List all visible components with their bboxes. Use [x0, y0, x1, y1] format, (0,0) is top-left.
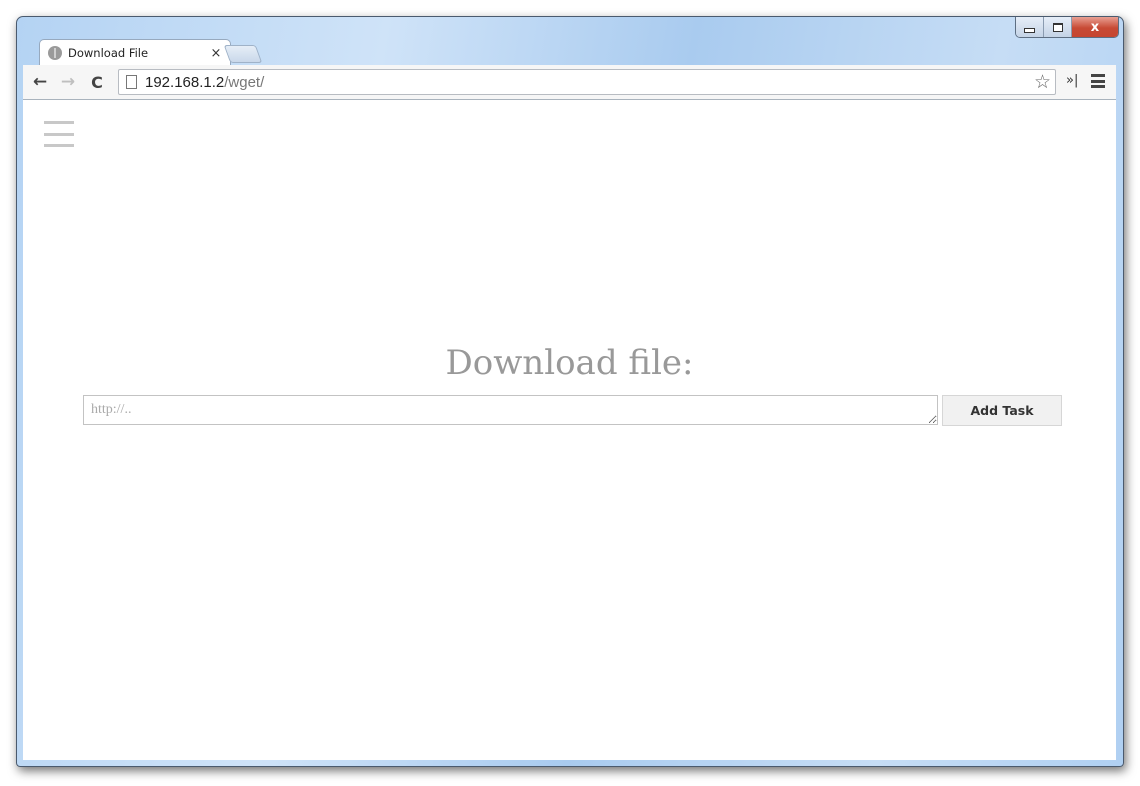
browser-menu-button[interactable] [1091, 74, 1105, 88]
hamburger-bar [44, 144, 74, 147]
browser-toolbar: ← → C 192.168.1.2/wget/ ☆ »| [23, 65, 1116, 100]
url-text: 192.168.1.2/wget/ [145, 74, 264, 91]
address-bar[interactable]: 192.168.1.2/wget/ ☆ [118, 69, 1056, 95]
forward-button[interactable]: → [57, 71, 79, 93]
globe-icon [48, 46, 62, 60]
back-button[interactable]: ← [29, 71, 51, 93]
tab-title: Download File [68, 46, 149, 60]
maximize-button[interactable] [1044, 17, 1072, 37]
hamburger-bar [44, 132, 74, 136]
tab-close-icon[interactable]: × [208, 46, 224, 61]
hamburger-bar [44, 121, 74, 124]
menu-bar [1091, 79, 1105, 83]
close-window-button[interactable]: x [1072, 17, 1118, 37]
minimize-icon [1024, 27, 1035, 33]
menu-bar [1091, 74, 1105, 77]
page-icon [126, 75, 137, 89]
forward-arrow-icon: → [60, 72, 76, 92]
tab-download-file[interactable]: Download File × [39, 39, 231, 66]
bookmark-star-icon[interactable]: ☆ [1034, 71, 1051, 93]
hamburger-menu-icon[interactable] [44, 121, 74, 147]
window-controls: x [1015, 17, 1119, 38]
page-heading: Download file: [445, 343, 694, 383]
extensions-overflow-button[interactable]: »| [1066, 73, 1078, 88]
back-arrow-icon: ← [32, 72, 48, 92]
reload-button[interactable]: C [86, 71, 108, 93]
maximize-icon [1052, 22, 1063, 32]
new-tab-button[interactable] [223, 45, 263, 63]
menu-bar [1091, 85, 1105, 88]
page-content: Download file: Add Task [23, 100, 1116, 760]
reload-icon: C [91, 72, 103, 92]
url-path: /wget/ [224, 73, 265, 91]
browser-window: x Download File × ← → C 192.168.1.2/wget… [16, 16, 1124, 767]
close-icon: x [1090, 19, 1100, 35]
add-task-button[interactable]: Add Task [942, 395, 1062, 426]
minimize-button[interactable] [1016, 17, 1044, 37]
url-input[interactable] [83, 395, 938, 425]
url-host: 192.168.1.2 [145, 73, 225, 91]
